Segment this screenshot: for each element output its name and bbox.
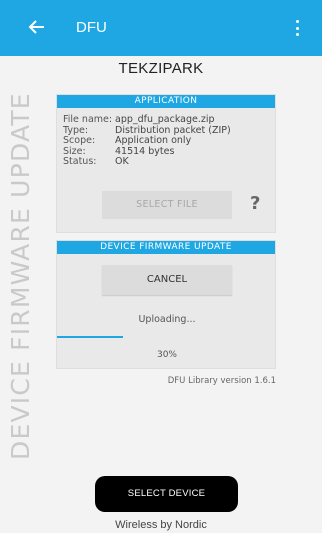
info-value: app_dfu_package.zip	[115, 114, 215, 125]
info-row: File name: app_dfu_package.zip	[63, 114, 231, 126]
select-file-button[interactable]: SELECT FILE	[102, 191, 232, 219]
select-device-button[interactable]: SELECT DEVICE	[95, 476, 238, 512]
app-bar: DFU	[0, 0, 322, 56]
info-value: Application only	[115, 135, 192, 146]
app-title: DFU	[76, 19, 107, 36]
upload-progress-bar	[57, 336, 277, 338]
info-row: Scope: Application only	[63, 135, 231, 147]
arrow-back-icon[interactable]	[28, 18, 46, 36]
dfu-panel: DEVICE FIRMWARE UPDATE CANCEL Uploading.…	[56, 240, 276, 369]
more-vert-icon[interactable]	[296, 20, 300, 36]
section-title: DEVICE FIRMWARE UPDATE	[6, 92, 35, 460]
library-version: DFU Library version 1.6.1	[167, 376, 276, 386]
help-icon[interactable]: ?	[250, 193, 260, 214]
info-key: File name:	[63, 114, 113, 125]
info-key: Scope:	[63, 135, 96, 146]
info-key: Status:	[63, 156, 97, 167]
application-panel: APPLICATION File name: app_dfu_package.zi…	[56, 94, 276, 233]
device-name: TEKZIPARK	[118, 60, 204, 77]
footer-credit: Wireless by Nordic	[115, 519, 207, 531]
file-info: File name: app_dfu_package.zip Type: Distr…	[63, 114, 231, 168]
progress-percent: 30%	[156, 350, 177, 360]
dfu-header: DEVICE FIRMWARE UPDATE	[57, 241, 275, 254]
upload-status: Uploading...	[138, 314, 196, 325]
application-header: APPLICATION	[57, 95, 275, 108]
info-value: OK	[115, 156, 129, 167]
cancel-button[interactable]: CANCEL	[102, 265, 232, 295]
progress-fill	[57, 336, 123, 338]
info-row: Status: OK	[63, 156, 231, 168]
